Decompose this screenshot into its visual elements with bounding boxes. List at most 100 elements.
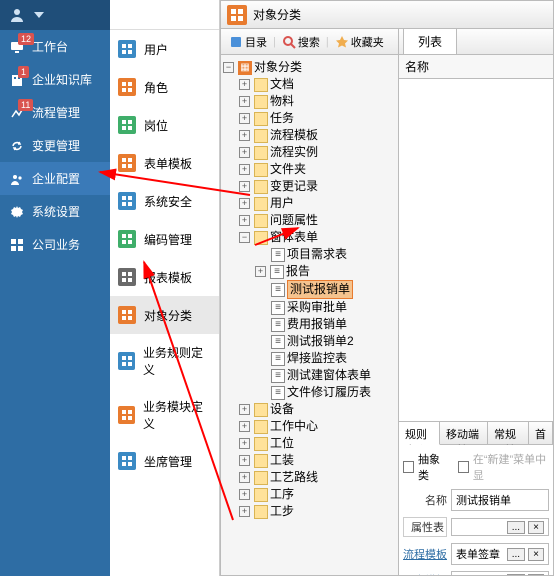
flowtpl-label[interactable]: 流程模板 [403, 546, 447, 562]
submenu-item[interactable]: 对象分类 [110, 296, 219, 334]
tree-node[interactable]: ≡测试报销单2 [223, 333, 396, 350]
submenu-icon [118, 154, 136, 172]
toggle-icon[interactable] [239, 232, 250, 243]
submenu-item[interactable]: 表单模板 [110, 144, 219, 182]
tree-node[interactable]: 文档 [223, 76, 396, 93]
attrset-field[interactable]: ... × [451, 518, 549, 536]
favorites-button[interactable]: 收藏夹 [331, 32, 388, 52]
abstract-checkbox[interactable] [403, 461, 414, 473]
form-icon: ≡ [271, 369, 285, 383]
tree-node[interactable]: 设备 [223, 401, 396, 418]
tab-general[interactable]: 常规属性 [488, 422, 529, 444]
catalog-button[interactable]: 目录 [225, 32, 271, 52]
tree-node[interactable]: 流程实例 [223, 144, 396, 161]
toggle-icon[interactable] [239, 96, 250, 107]
attrset-label: 属性表 [403, 517, 447, 537]
submenu-item[interactable]: 岗位 [110, 106, 219, 144]
search-button[interactable]: 搜索 [278, 32, 324, 52]
tree-node[interactable]: 文件夹 [223, 161, 396, 178]
tab-more[interactable]: 首 [529, 422, 553, 444]
tree-node[interactable]: 工作中心 [223, 418, 396, 435]
exporttpl-field[interactable]: ... × [451, 571, 549, 575]
toggle-icon[interactable] [239, 215, 250, 226]
tab-ruledef[interactable]: 规则定义 [399, 422, 440, 445]
tree-node[interactable]: 任务 [223, 110, 396, 127]
tree-node[interactable]: 工装 [223, 452, 396, 469]
submenu-item[interactable]: 编码管理 [110, 220, 219, 258]
toggle-icon[interactable] [239, 489, 250, 500]
toggle-icon[interactable] [223, 62, 234, 73]
submenu-item[interactable]: 坐席管理 [110, 442, 219, 480]
folder-icon [254, 146, 268, 160]
tree-root[interactable]: ▦对象分类 [223, 59, 396, 76]
sidebar-item-business[interactable]: 公司业务 [0, 228, 110, 261]
sidebar-item-kb[interactable]: 1 企业知识库 [0, 63, 110, 96]
tree-node[interactable]: ≡焊接监控表 [223, 350, 396, 367]
tree-node[interactable]: 工步 [223, 503, 396, 520]
tree-node[interactable]: 变更记录 [223, 178, 396, 195]
list-body [399, 79, 553, 421]
submenu-item[interactable]: 用户 [110, 30, 219, 68]
toggle-icon[interactable] [239, 506, 250, 517]
toggle-icon[interactable] [239, 421, 250, 432]
tree-node[interactable]: ≡项目需求表 [223, 246, 396, 263]
toggle-icon[interactable] [239, 198, 250, 209]
name-field[interactable]: 测试报销单 [451, 489, 549, 511]
submenu-item[interactable]: 系统安全 [110, 182, 219, 220]
toggle-icon[interactable] [239, 472, 250, 483]
sidebar-item-syssettings[interactable]: 系统设置 [0, 195, 110, 228]
flowtpl-browse[interactable]: ... [507, 548, 525, 561]
sidebar-item-change[interactable]: 变更管理 [0, 129, 110, 162]
badge: 12 [18, 33, 34, 45]
toggle-icon[interactable] [239, 79, 250, 90]
tree-node[interactable]: 工艺路线 [223, 469, 396, 486]
tree[interactable]: ▦对象分类文档物料任务流程模板流程实例文件夹变更记录用户问题属性窗体表单≡项目需… [221, 55, 398, 575]
tree-node[interactable]: ≡报告 [223, 263, 396, 280]
attrset-clear[interactable]: × [528, 521, 544, 534]
tree-node[interactable]: ≡文件修订履历表 [223, 384, 396, 401]
sidebar-item-workbench[interactable]: 12 工作台 [0, 30, 110, 63]
flowtpl-field[interactable]: 表单签章 ... × [451, 543, 549, 565]
folder-icon [254, 214, 268, 228]
right-panel: 列表 名称 规则定义 移动端属性 常规属性 首 抽象类 在“新建”菜单中显 [399, 29, 553, 575]
toggle-icon[interactable] [239, 404, 250, 415]
tree-node[interactable]: 工序 [223, 486, 396, 503]
exporttpl-clear[interactable]: × [528, 574, 544, 575]
tree-node[interactable]: 工位 [223, 435, 396, 452]
tree-node[interactable]: 问题属性 [223, 212, 396, 229]
tree-node[interactable]: 流程模板 [223, 127, 396, 144]
chevron-down-icon[interactable] [30, 6, 48, 24]
toggle-icon[interactable] [255, 266, 266, 277]
submenu-label: 坐席管理 [144, 453, 192, 470]
toggle-icon[interactable] [239, 147, 250, 158]
exporttpl-browse[interactable]: ... [507, 574, 525, 575]
tree-node[interactable]: 用户 [223, 195, 396, 212]
tree-node[interactable]: 物料 [223, 93, 396, 110]
submenu-item[interactable]: 业务规则定义 [110, 334, 219, 388]
submenu-item[interactable]: 业务模块定义 [110, 388, 219, 442]
tab-list[interactable]: 列表 [403, 28, 457, 54]
toggle-icon[interactable] [239, 181, 250, 192]
favorites-label: 收藏夹 [351, 34, 384, 50]
attrset-browse[interactable]: ... [507, 521, 525, 534]
toggle-icon[interactable] [239, 438, 250, 449]
submenu-item[interactable]: 角色 [110, 68, 219, 106]
tree-node[interactable]: ≡费用报销单 [223, 316, 396, 333]
tree-node[interactable]: ≡测试报销单 [223, 280, 396, 299]
tree-node[interactable]: ≡采购审批单 [223, 299, 396, 316]
flowtpl-clear[interactable]: × [528, 548, 544, 561]
toggle-icon[interactable] [239, 113, 250, 124]
toggle-icon[interactable] [239, 455, 250, 466]
form-icon: ≡ [271, 283, 285, 297]
tree-node[interactable]: ≡测试建窗体表单 [223, 367, 396, 384]
exporttpl-label[interactable]: 导出模板 [403, 572, 447, 575]
sidebar-item-process[interactable]: 11 流程管理 [0, 96, 110, 129]
submenu-item[interactable]: 报表模板 [110, 258, 219, 296]
sidebar-item-enterprise-config[interactable]: 企业配置 [0, 162, 110, 195]
submenu-icon [118, 306, 136, 324]
grid-icon [10, 238, 24, 252]
tree-node[interactable]: 窗体表单 [223, 229, 396, 246]
tab-mobile[interactable]: 移动端属性 [440, 422, 488, 444]
toggle-icon[interactable] [239, 164, 250, 175]
toggle-icon[interactable] [239, 130, 250, 141]
